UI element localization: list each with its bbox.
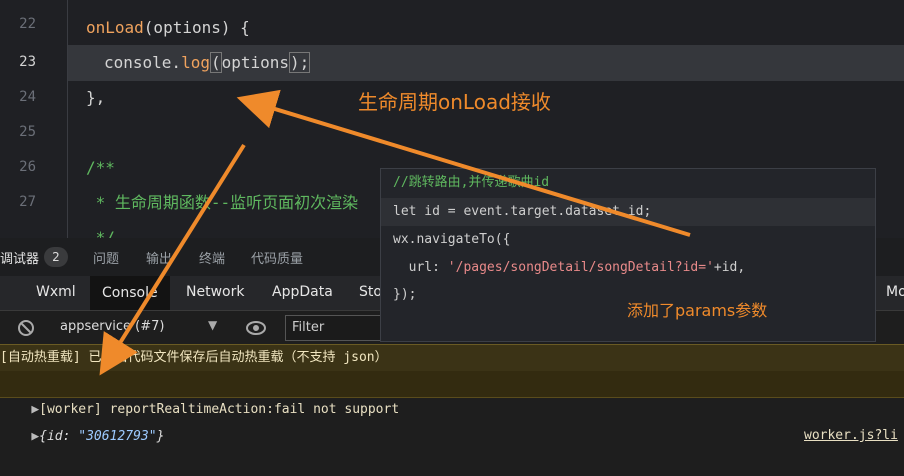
arrow-to-onload (236, 89, 691, 237)
arrow-to-console (99, 143, 246, 376)
annotation-arrows (99, 89, 691, 376)
onload-annotation: 生命周期onLoad接收 (358, 90, 551, 114)
